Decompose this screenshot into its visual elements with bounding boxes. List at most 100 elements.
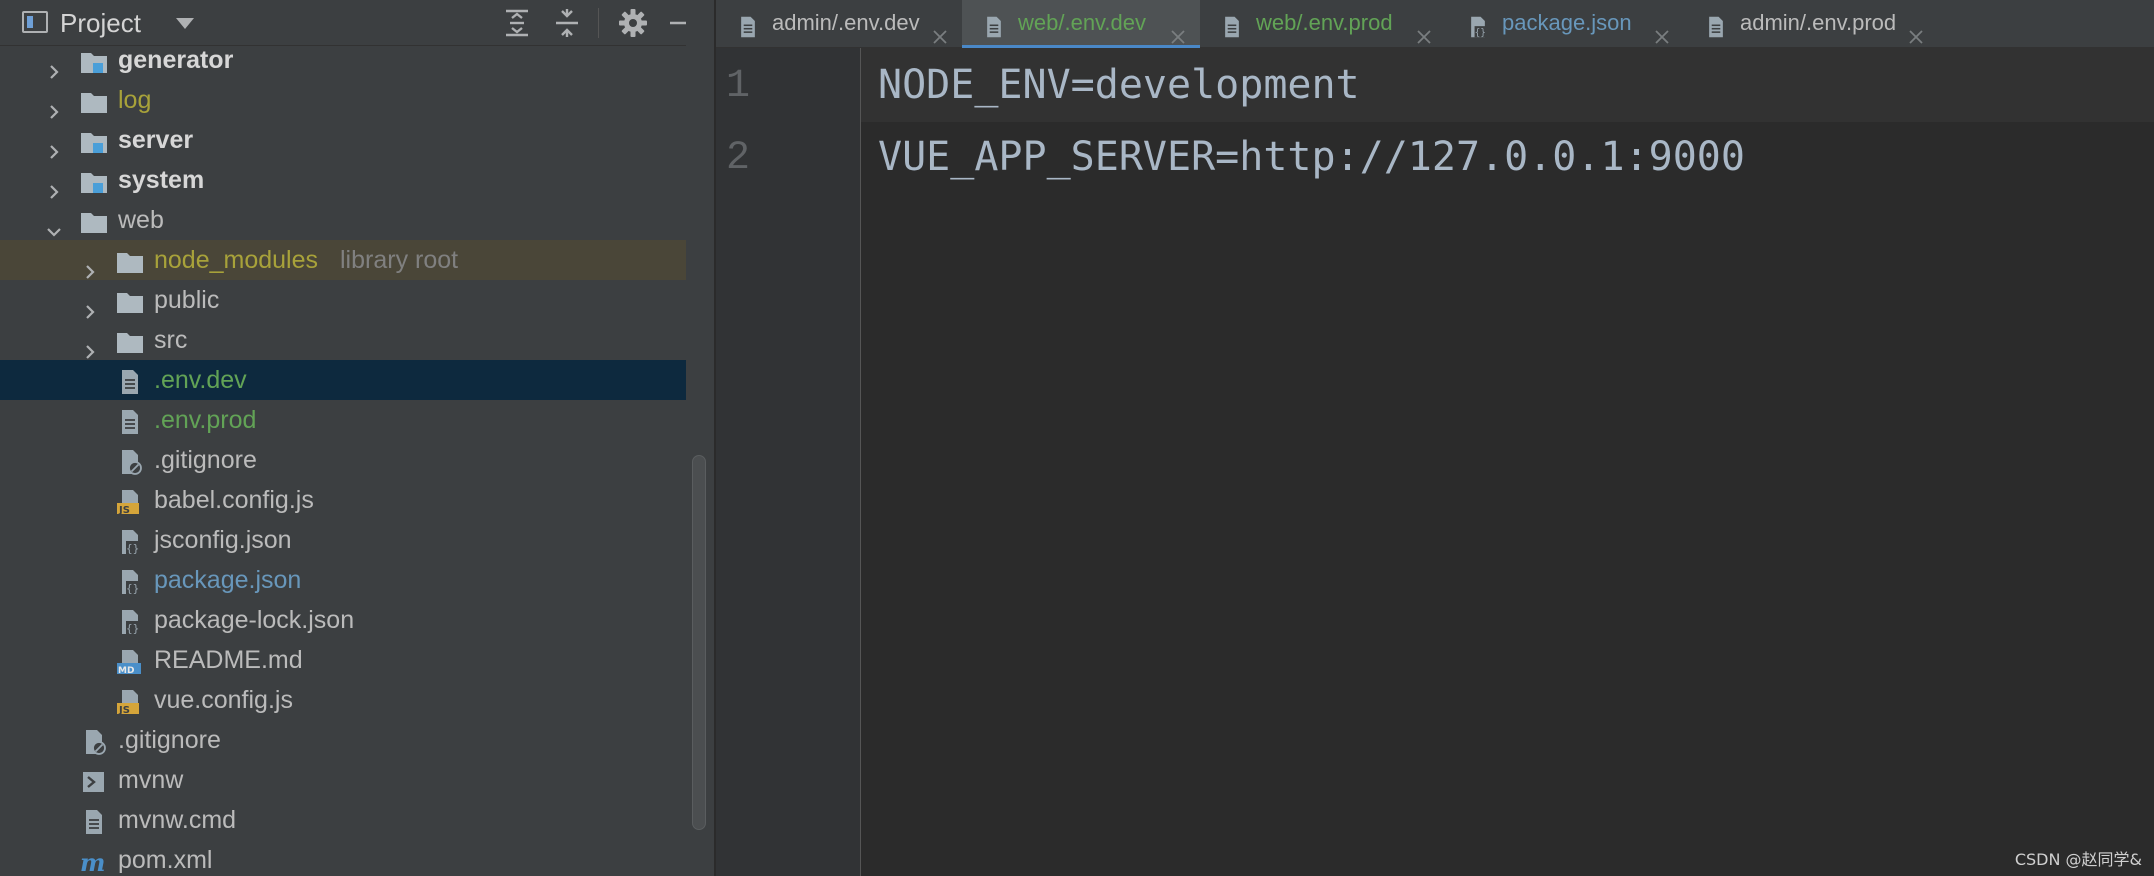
watermark: CSDN @赵同学&	[2014, 850, 2142, 869]
tree-item-label: pom.xml	[118, 846, 213, 874]
text-file-icon	[116, 367, 144, 394]
chevron-right-icon[interactable]	[82, 252, 98, 279]
editor-tab[interactable]: {} package.json	[1446, 0, 1684, 48]
markdown-file-icon: MD	[116, 647, 144, 676]
editor-tab-bar: admin/.env.dev web/.env.dev web/.env.prod {…	[716, 0, 2154, 49]
project-window-icon	[22, 11, 48, 33]
tree-item[interactable]: public	[0, 280, 686, 320]
js-file-icon: JS	[116, 487, 144, 516]
ignore-file-icon	[80, 727, 108, 755]
svg-text:JS: JS	[118, 705, 130, 715]
code-line[interactable]: VUE_APP_SERVER=http://127.0.0.1:9000	[878, 134, 1745, 180]
text-file-icon	[736, 10, 760, 38]
chevron-right-icon[interactable]	[46, 52, 62, 79]
chevron-down-icon[interactable]	[176, 18, 194, 29]
tree-item[interactable]: mvnw.cmd	[0, 800, 686, 840]
tree-item[interactable]: .gitignore	[0, 720, 686, 760]
shell-script-icon	[80, 767, 108, 793]
tree-item-label: mvnw.cmd	[118, 806, 237, 834]
tree-item[interactable]: .gitignore	[0, 440, 686, 480]
close-icon[interactable]	[1416, 15, 1432, 44]
svg-text:{}: {}	[126, 622, 139, 635]
project-scrollbar[interactable]	[692, 455, 706, 830]
tree-item[interactable]: src	[0, 320, 686, 360]
editor-tab[interactable]: admin/.env.dev	[716, 0, 962, 48]
tree-item-label: package-lock.json	[154, 606, 355, 634]
project-view-title[interactable]: Project	[60, 8, 141, 39]
text-file-icon	[1704, 10, 1728, 38]
svg-text:m: m	[80, 849, 105, 875]
tree-item[interactable]: JS vue.config.js	[0, 680, 686, 720]
tree-item[interactable]: .env.dev	[0, 360, 686, 400]
editor-tab[interactable]: web/.env.dev	[962, 0, 1200, 49]
ignore-file-icon	[116, 447, 144, 475]
line-number-gutter: 12	[716, 48, 860, 876]
close-icon[interactable]	[1654, 15, 1670, 44]
maven-icon: m	[80, 847, 108, 876]
json-file-icon: {}	[116, 567, 144, 595]
folder-icon	[116, 287, 144, 313]
chevron-right-icon[interactable]	[46, 92, 62, 119]
chevron-right-icon[interactable]	[82, 292, 98, 319]
collapse-all-icon[interactable]	[550, 6, 584, 40]
tree-item-label: system	[118, 166, 205, 194]
tree-item-label: web	[118, 206, 164, 234]
tree-item-suffix: library root	[340, 246, 459, 274]
tree-item[interactable]: MD README.md	[0, 640, 686, 680]
tree-item[interactable]: generator	[0, 40, 686, 80]
tree-item-label: babel.config.js	[154, 486, 314, 514]
close-icon[interactable]	[1170, 15, 1186, 44]
editor-tab[interactable]: web/.env.prod	[1200, 0, 1446, 48]
chevron-right-icon[interactable]	[82, 332, 98, 359]
tree-item[interactable]: JS babel.config.js	[0, 480, 686, 520]
expand-all-icon[interactable]	[500, 6, 534, 40]
folder-icon	[116, 327, 144, 353]
tab-label: web/.env.dev	[1018, 10, 1147, 35]
tree-item-label: jsconfig.json	[154, 526, 292, 554]
module-folder-icon	[80, 47, 108, 73]
editor-tab[interactable]: admin/.env.prod	[1684, 0, 1938, 48]
tree-item[interactable]: system	[0, 160, 686, 200]
tree-item[interactable]: {} package.json	[0, 560, 686, 600]
text-file-icon	[116, 407, 144, 434]
tree-item[interactable]: mvnw	[0, 760, 686, 800]
header-divider	[598, 8, 599, 38]
gear-icon[interactable]	[616, 6, 650, 40]
json-file-icon: {}	[1466, 10, 1490, 39]
text-file-icon	[80, 807, 108, 834]
close-icon[interactable]	[1908, 15, 1924, 44]
tree-item[interactable]: {} package-lock.json	[0, 600, 686, 640]
folder-icon	[116, 247, 144, 273]
tree-item[interactable]: m pom.xml	[0, 840, 686, 876]
tree-item[interactable]: server	[0, 120, 686, 160]
module-folder-icon	[80, 167, 108, 193]
svg-text:{}: {}	[126, 582, 139, 595]
close-icon[interactable]	[932, 15, 948, 44]
code-line[interactable]: NODE_ENV=development	[878, 62, 1360, 108]
code-editor[interactable]: 12 NODE_ENV=development VUE_APP_SERVER=ht…	[716, 48, 2154, 876]
svg-text:{}: {}	[1475, 28, 1486, 39]
tree-item[interactable]: log	[0, 80, 686, 120]
tree-item-label: generator	[118, 46, 234, 74]
json-file-icon: {}	[116, 607, 144, 635]
chevron-right-icon[interactable]	[46, 132, 62, 159]
tree-item[interactable]: .env.prod	[0, 400, 686, 440]
hide-panel-icon[interactable]	[670, 6, 686, 40]
svg-text:JS: JS	[118, 505, 130, 515]
tab-label: package.json	[1502, 10, 1632, 35]
tab-label: admin/.env.prod	[1740, 10, 1897, 35]
tree-item[interactable]: web	[0, 200, 686, 240]
text-file-icon	[982, 10, 1006, 38]
tree-item-label: public	[154, 286, 220, 314]
tree-item-label: .gitignore	[118, 726, 221, 754]
tree-item-label: src	[154, 326, 188, 354]
svg-text:{}: {}	[126, 542, 139, 555]
tree-item[interactable]: node_modules library root	[0, 240, 686, 280]
gutter-divider	[860, 48, 861, 876]
line-number: 1	[726, 64, 751, 109]
tree-item-label: .env.dev	[154, 366, 247, 394]
chevron-right-icon[interactable]	[46, 172, 62, 199]
module-folder-icon	[80, 127, 108, 153]
chevron-down-icon[interactable]	[46, 212, 62, 237]
tree-item[interactable]: {} jsconfig.json	[0, 520, 686, 560]
